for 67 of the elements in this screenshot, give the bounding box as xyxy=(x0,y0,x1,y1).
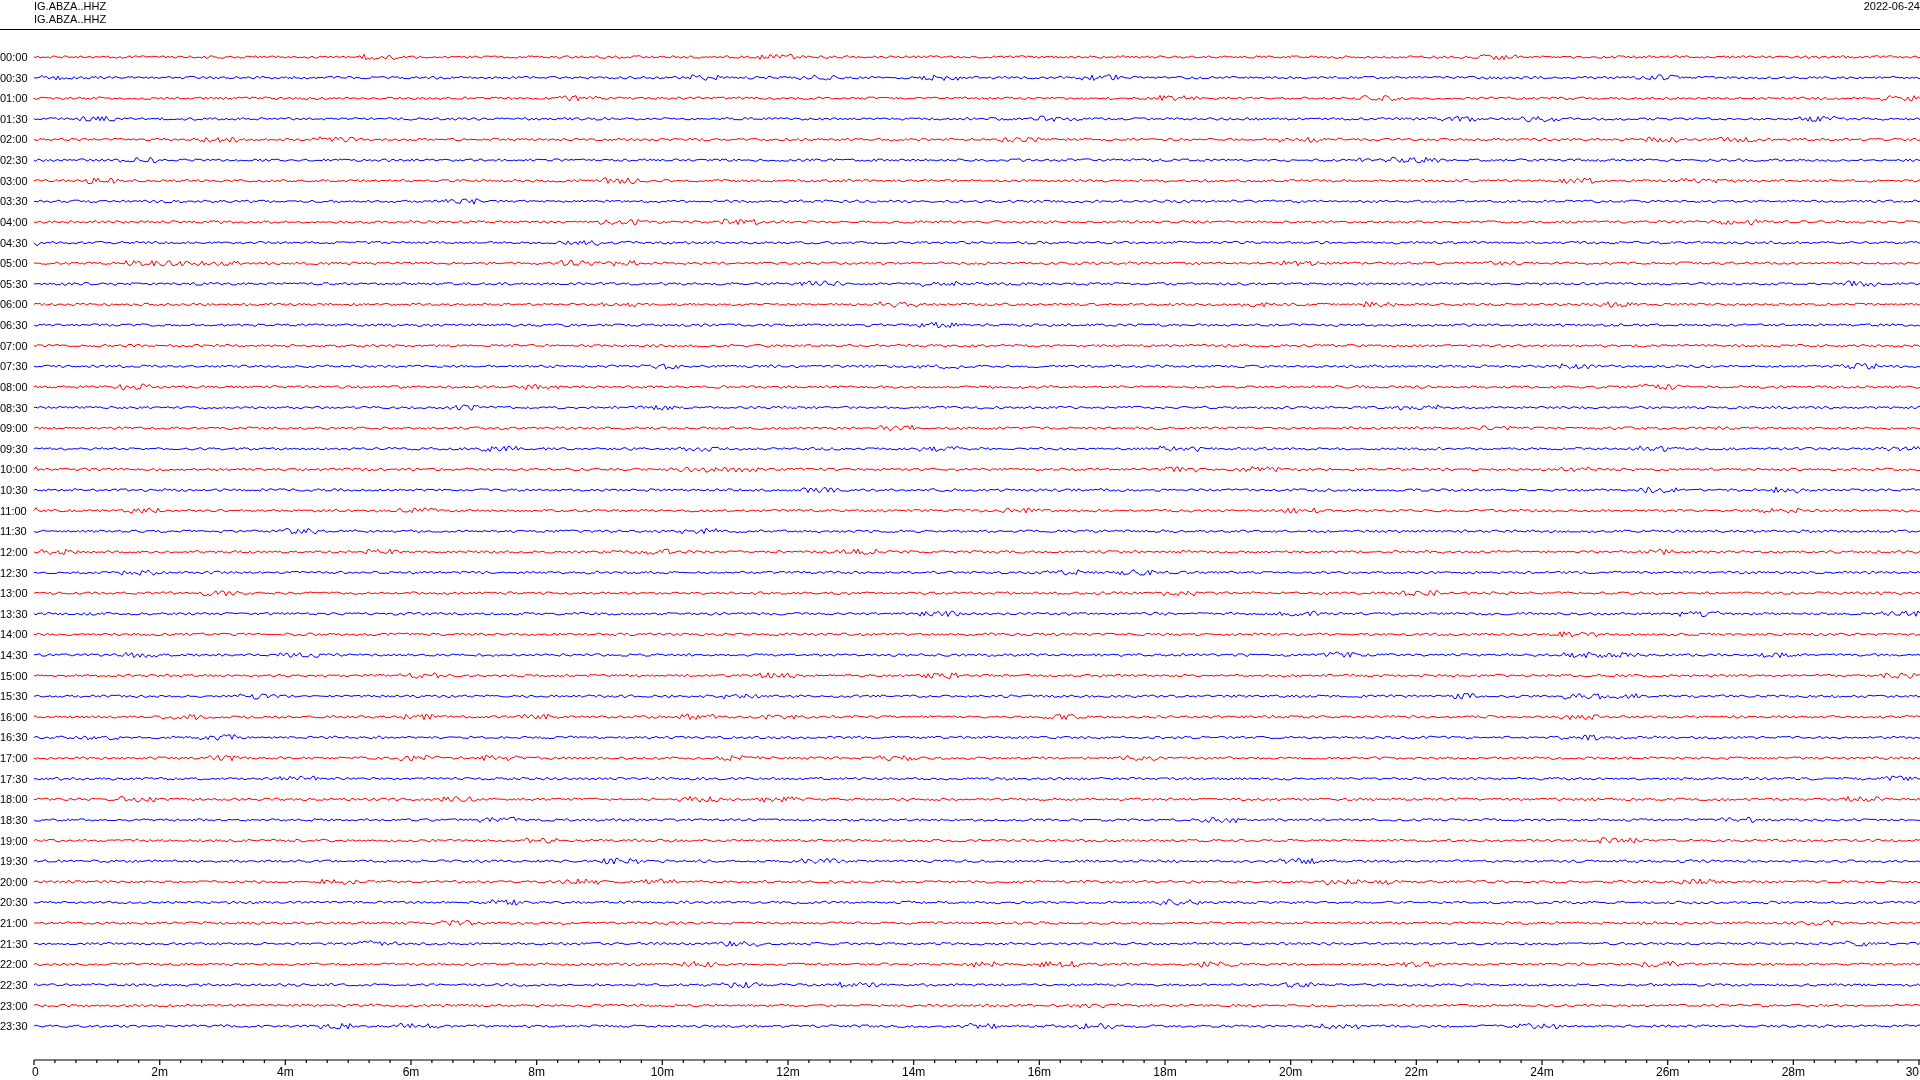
trace-time-label: 14:00 xyxy=(0,628,28,641)
axis-tick-label: 14m xyxy=(902,1065,926,1078)
axis-tick-label: 24m xyxy=(1530,1065,1554,1078)
trace-time-label: 00:00 xyxy=(0,51,28,63)
trace-time-label: 03:30 xyxy=(0,195,28,208)
trace-time-label: 16:30 xyxy=(0,731,28,744)
trace-time-label: 00:30 xyxy=(0,71,28,84)
trace-time-label: 07:00 xyxy=(0,339,28,352)
trace-time-label: 05:00 xyxy=(0,257,28,270)
trace-time-label: 04:00 xyxy=(0,215,28,228)
trace-time-label: 21:00 xyxy=(0,917,28,930)
trace-time-label: 10:00 xyxy=(0,463,28,476)
trace-time-label: 07:30 xyxy=(0,360,28,373)
trace-time-label: 23:00 xyxy=(0,999,28,1012)
axis-tick-label: 0 xyxy=(32,1065,39,1078)
axis-tick-label: 12m xyxy=(776,1065,800,1078)
trace-time-label: 22:00 xyxy=(0,958,28,971)
axis-tick-label: 22m xyxy=(1404,1065,1428,1078)
trace-time-label: 13:30 xyxy=(0,607,28,620)
trace-time-label: 13:00 xyxy=(0,587,28,600)
trace-time-label: 08:30 xyxy=(0,401,28,414)
trace-time-label: 20:00 xyxy=(0,875,28,888)
trace-time-label: 21:30 xyxy=(0,937,28,950)
axis-tick-label: 18m xyxy=(1153,1065,1177,1078)
trace-time-label: 11:00 xyxy=(0,504,27,517)
trace-time-label: 20:30 xyxy=(0,896,28,909)
trace-time-label: 11:30 xyxy=(0,525,27,538)
trace-time-label: 15:00 xyxy=(0,669,28,682)
station-code: IG.ABZA..HHZ xyxy=(34,13,107,26)
axis-tick-label: 4m xyxy=(276,1065,294,1078)
trace-time-label: 06:30 xyxy=(0,319,28,332)
trace-time-label: 02:00 xyxy=(0,133,28,146)
axis-tick-label: 16m xyxy=(1027,1065,1051,1078)
trace-time-label: 08:00 xyxy=(0,380,28,393)
trace-time-label: 09:00 xyxy=(0,422,28,435)
trace-time-label: 18:00 xyxy=(0,793,28,806)
axis-tick-label: 26m xyxy=(1656,1065,1680,1078)
axis-tick-label: 20m xyxy=(1279,1065,1303,1078)
trace-time-label: 12:30 xyxy=(0,566,28,579)
trace-time-label: 17:30 xyxy=(0,772,28,785)
axis-tick-label: 28m xyxy=(1781,1065,1805,1078)
trace-time-label: 12:00 xyxy=(0,545,28,558)
trace-time-label: 02:30 xyxy=(0,154,28,167)
trace-time-label: 01:00 xyxy=(0,92,28,105)
axis-tick-label: 30 xyxy=(1905,1065,1919,1078)
trace-time-label: 04:30 xyxy=(0,236,28,249)
trace-time-label: 09:30 xyxy=(0,442,28,455)
trace-time-label: 17:00 xyxy=(0,752,28,765)
axis-tick-label: 8m xyxy=(528,1065,546,1078)
trace-time-label: 18:30 xyxy=(0,813,28,826)
plot-date: 2022-06-24 xyxy=(1863,0,1920,13)
trace-time-label: 14:30 xyxy=(0,649,28,661)
trace-time-label: 22:30 xyxy=(0,978,28,991)
axis-tick-label: 10m xyxy=(650,1065,674,1078)
axis-tick-label: 6m xyxy=(402,1065,420,1078)
station-code: IG.ABZA..HHZ xyxy=(34,0,107,13)
trace-time-label: 01:30 xyxy=(0,112,28,125)
trace-time-label: 19:30 xyxy=(0,855,28,868)
trace-time-label: 06:00 xyxy=(0,298,28,311)
trace-time-label: 15:30 xyxy=(0,690,28,703)
trace-time-label: 05:30 xyxy=(0,277,28,290)
trace-time-label: 23:30 xyxy=(0,1020,28,1033)
trace-time-label: 19:00 xyxy=(0,834,28,847)
trace-time-label: 10:30 xyxy=(0,484,28,496)
axis-tick-label: 2m xyxy=(151,1065,169,1078)
trace-time-label: 03:00 xyxy=(0,174,28,187)
trace-time-label: 16:00 xyxy=(0,710,28,723)
